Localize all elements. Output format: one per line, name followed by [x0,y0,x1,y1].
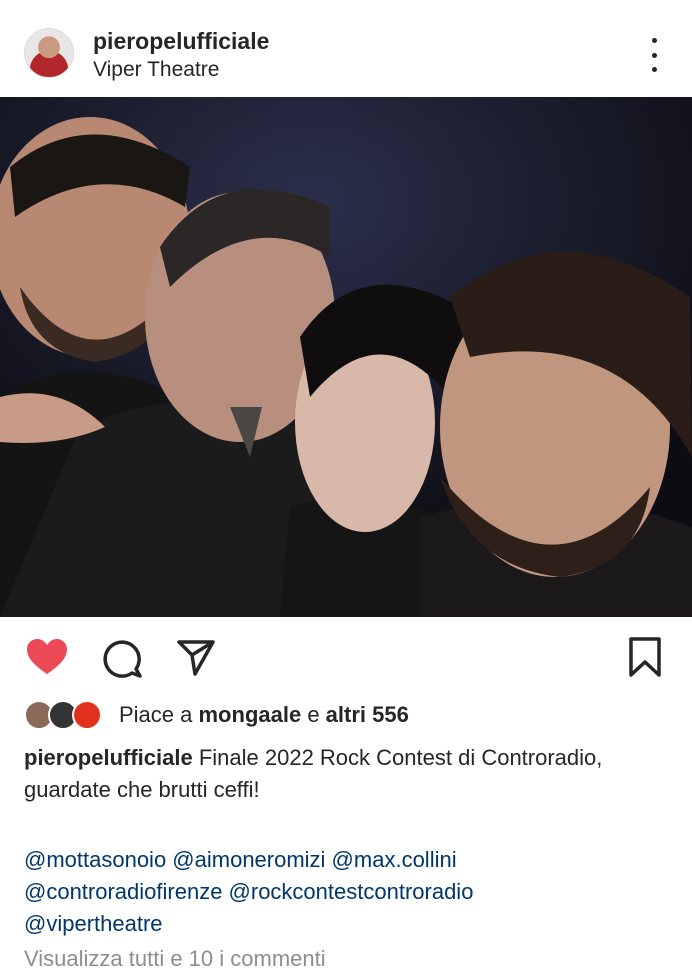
post-header: pieropelufficiale Viper Theatre [0,0,692,97]
bookmark-icon[interactable] [628,636,662,678]
mention-line[interactable]: @mottasonoio @aimoneromizi @max.collini [24,844,674,876]
caption-username[interactable]: pieropelufficiale [24,745,193,770]
likes-others[interactable]: altri 556 [326,702,409,727]
likes-summary[interactable]: Piace a mongaale e altri 556 [24,698,664,732]
likes-middle: e [301,702,326,727]
action-bar [0,628,692,684]
group-selfie-image [0,97,692,617]
more-options-icon[interactable] [640,38,668,72]
likes-user[interactable]: mongaale [199,702,302,727]
view-comments-link[interactable]: Visualizza tutti e 10 i commenti [24,946,326,972]
caption-mentions: @mottasonoio @aimoneromizi @max.collini … [24,844,674,940]
likes-prefix: Piace a [119,702,199,727]
post-location[interactable]: Viper Theatre [93,58,219,82]
liker-avatar [72,700,102,730]
post-caption: pieropelufficiale Finale 2022 Rock Conte… [24,742,674,806]
comment-icon[interactable] [103,638,143,678]
heart-icon[interactable] [26,638,68,676]
profile-avatar[interactable] [24,28,74,78]
post-photo[interactable] [0,97,692,617]
post-username[interactable]: pieropelufficiale [93,28,269,55]
mention-line[interactable]: @vipertheatre [24,908,674,940]
likes-text: Piace a mongaale e altri 556 [119,702,409,728]
mention-line[interactable]: @controradiofirenze @rockcontestcontrora… [24,876,674,908]
share-icon[interactable] [176,638,216,678]
